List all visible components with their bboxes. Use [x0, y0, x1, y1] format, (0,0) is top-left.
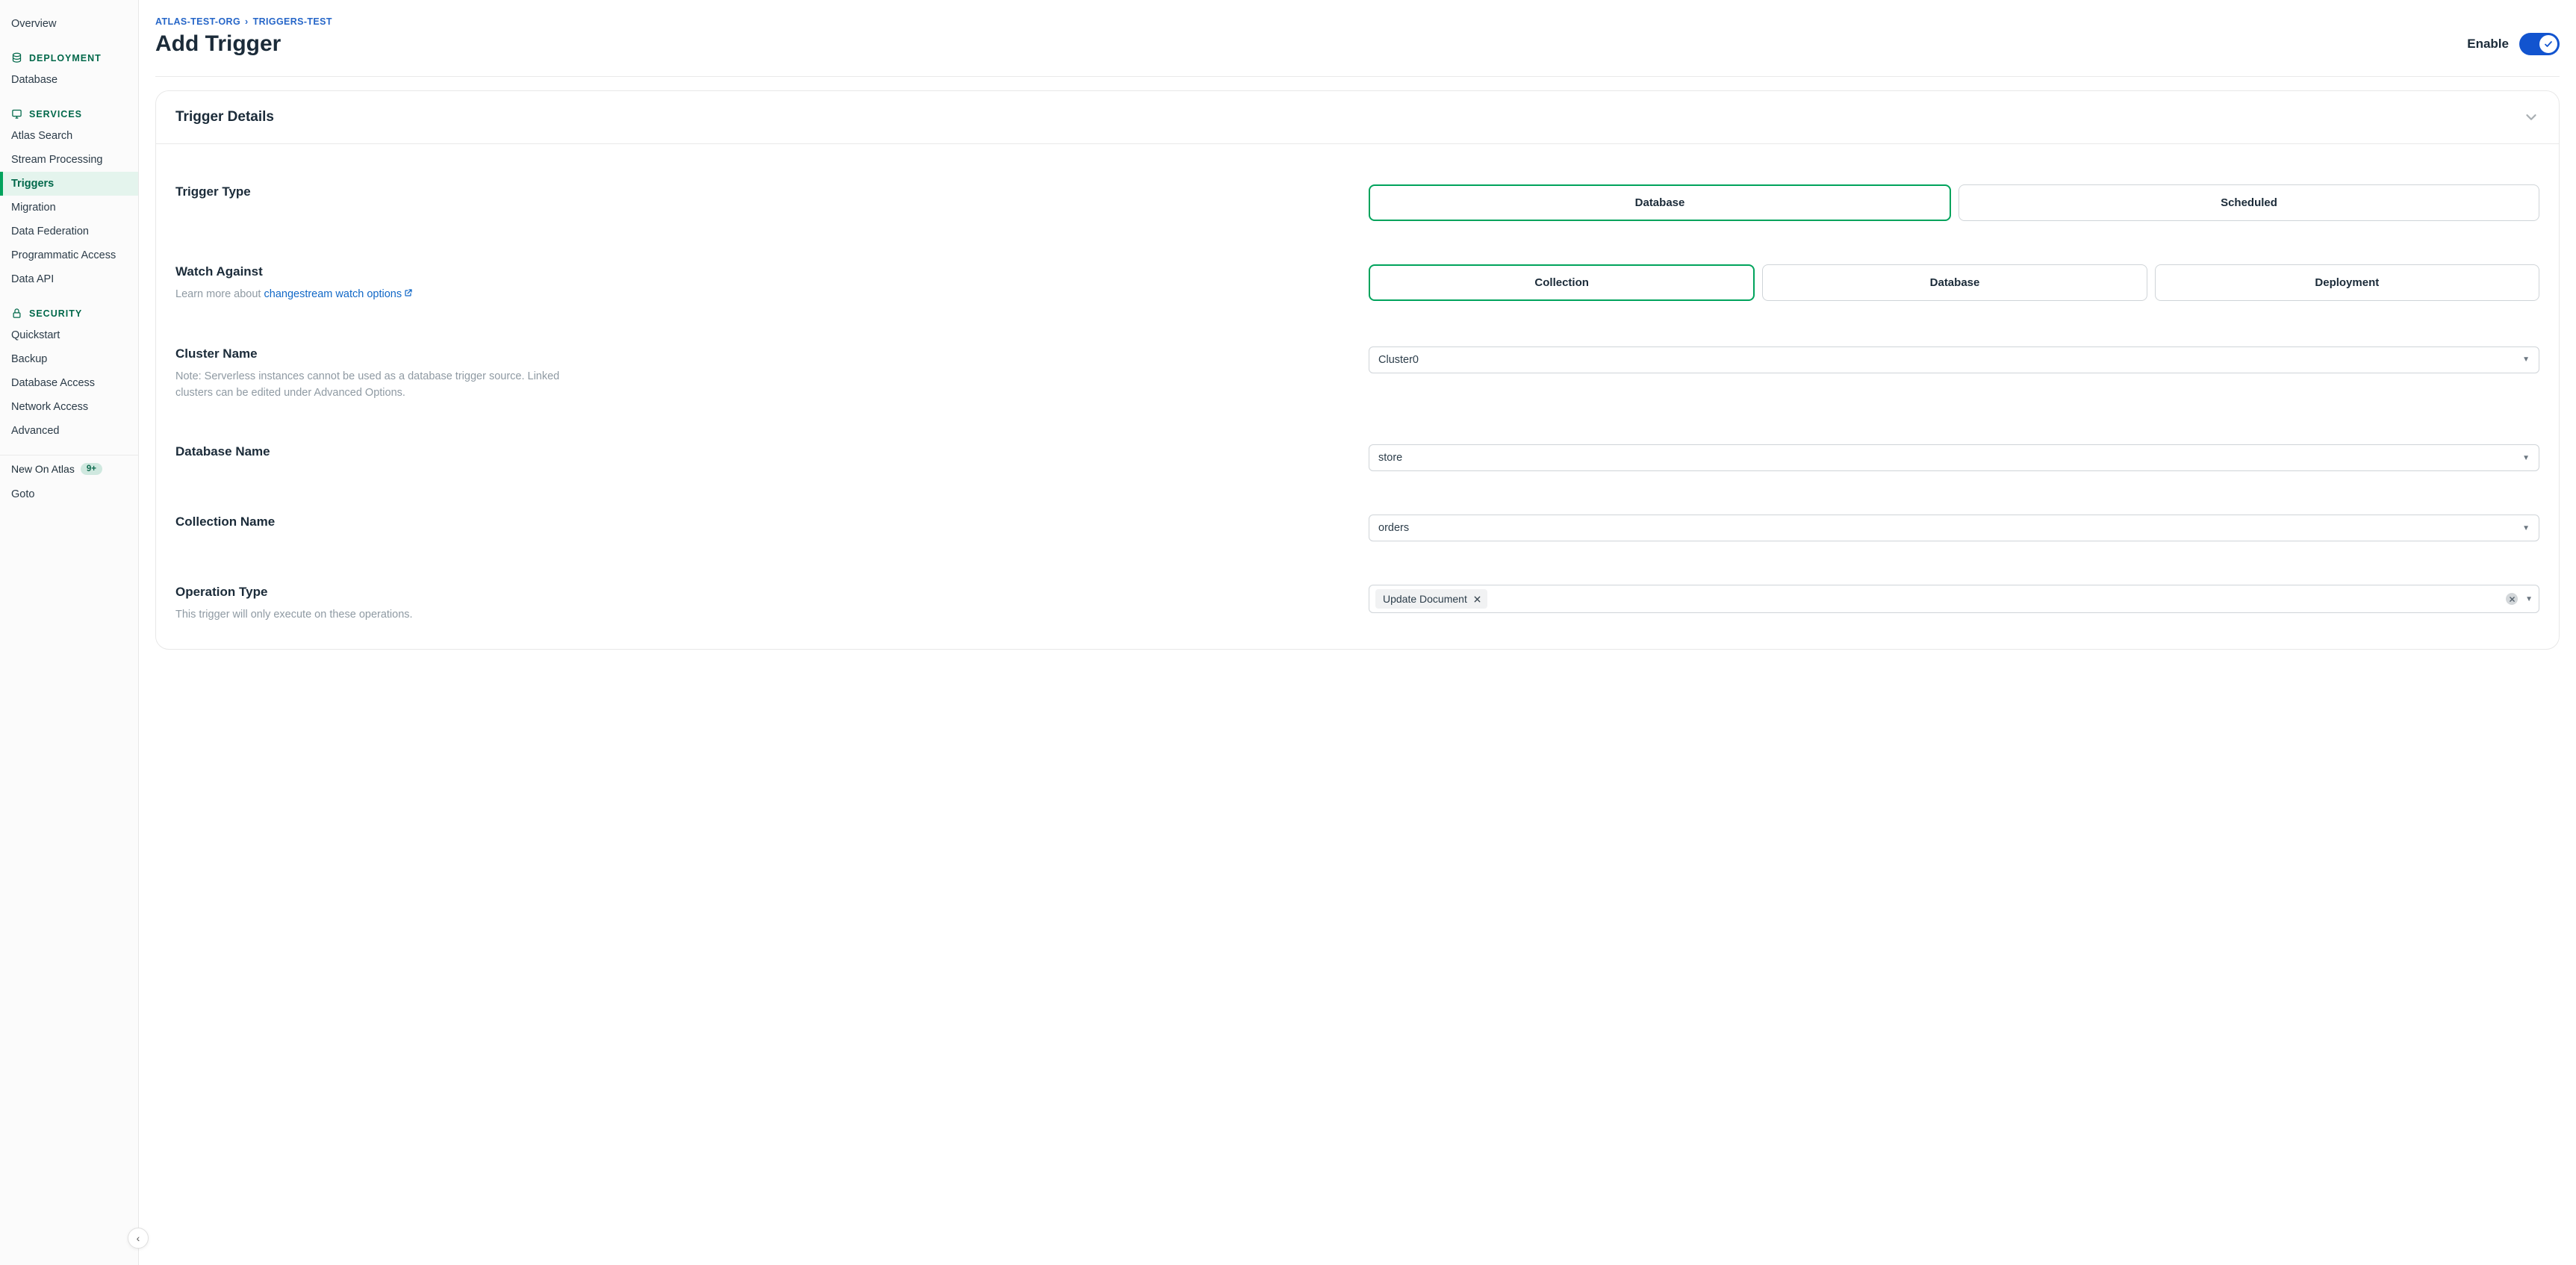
sidebar-item-data-api[interactable]: Data API — [0, 267, 138, 291]
caret-down-icon: ▼ — [2522, 355, 2530, 364]
sidebar-item-programmatic-access[interactable]: Programmatic Access — [0, 243, 138, 267]
cluster-name-value: Cluster0 — [1378, 354, 1419, 366]
chevron-left-icon: ‹ — [137, 1232, 140, 1244]
breadcrumb-org-link[interactable]: ATLAS-TEST-ORG — [155, 16, 240, 27]
caret-down-icon: ▼ — [2522, 454, 2530, 462]
enable-label: Enable — [2467, 37, 2509, 52]
sidebar-section-label: SERVICES — [29, 109, 82, 119]
watch-against-option-deployment[interactable]: Deployment — [2155, 264, 2539, 301]
helper-text-prefix: Learn more about — [175, 288, 264, 300]
database-name-select[interactable]: store ▼ — [1369, 444, 2539, 471]
page-title: Add Trigger — [155, 31, 281, 57]
collapse-sidebar-button[interactable]: ‹ — [128, 1228, 149, 1249]
trigger-type-options: Database Scheduled — [1369, 184, 2539, 221]
field-label-collection-name: Collection Name — [175, 515, 1346, 529]
toggle-knob — [2539, 35, 2557, 53]
new-on-atlas-badge: 9+ — [81, 463, 102, 475]
lock-icon — [11, 308, 22, 319]
sidebar-item-overview[interactable]: Overview — [0, 12, 138, 36]
sidebar-section-label: DEPLOYMENT — [29, 53, 102, 63]
main-content: ATLAS-TEST-ORG › TRIGGERS-TEST Add Trigg… — [139, 0, 2576, 1265]
page-header: Add Trigger Enable — [155, 31, 2560, 77]
enable-trigger-wrap: Enable — [2467, 33, 2560, 55]
enable-toggle[interactable] — [2519, 33, 2560, 55]
sidebar-item-new-on-atlas[interactable]: New On Atlas 9+ — [0, 456, 138, 482]
watch-against-options: Collection Database Deployment — [1369, 264, 2539, 301]
sidebar-item-triggers[interactable]: Triggers — [0, 172, 138, 196]
caret-down-icon: ▼ — [2525, 595, 2533, 603]
fields-container: Trigger Type Database Scheduled Watch Ag… — [156, 144, 2559, 649]
sidebar-section-label: SECURITY — [29, 308, 82, 319]
sidebar-item-network-access[interactable]: Network Access — [0, 395, 138, 419]
sidebar-item-atlas-search[interactable]: Atlas Search — [0, 124, 138, 148]
field-label-database-name: Database Name — [175, 444, 1346, 459]
watch-against-option-collection[interactable]: Collection — [1369, 264, 1755, 301]
operation-type-select[interactable]: Update Document ▼ — [1369, 585, 2539, 613]
clear-all-chips-button[interactable] — [2506, 593, 2518, 605]
trigger-type-option-scheduled[interactable]: Scheduled — [1959, 184, 2539, 221]
chevron-down-icon — [2523, 109, 2539, 125]
sidebar-item-data-federation[interactable]: Data Federation — [0, 220, 138, 243]
operation-type-helper: This trigger will only execute on these … — [175, 607, 594, 624]
sidebar-section-security: SECURITY — [0, 302, 138, 323]
collapse-card-button[interactable] — [2523, 109, 2539, 125]
field-label-cluster-name: Cluster Name — [175, 346, 1346, 361]
sidebar-item-migration[interactable]: Migration — [0, 196, 138, 220]
breadcrumb-project-link[interactable]: TRIGGERS-TEST — [253, 16, 332, 27]
new-on-atlas-label: New On Atlas — [11, 463, 75, 475]
cluster-name-note: Note: Serverless instances cannot be use… — [175, 369, 594, 402]
sidebar-item-advanced[interactable]: Advanced — [0, 419, 138, 443]
chip-label: Update Document — [1383, 593, 1467, 605]
watch-against-helper: Learn more about changestream watch opti… — [175, 287, 594, 303]
field-trigger-type: Trigger Type Database Scheduled — [175, 167, 2539, 239]
remove-chip-button[interactable] — [1473, 595, 1481, 603]
trigger-details-card: Trigger Details Trigger Type Database Sc… — [155, 90, 2560, 650]
field-collection-name: Collection Name orders ▼ — [175, 489, 2539, 559]
trigger-type-option-database[interactable]: Database — [1369, 184, 1951, 221]
field-label-trigger-type: Trigger Type — [175, 184, 1346, 199]
watch-against-option-database[interactable]: Database — [1762, 264, 2147, 301]
database-name-value: store — [1378, 452, 1402, 464]
external-link-icon — [404, 288, 413, 297]
card-header: Trigger Details — [156, 91, 2559, 144]
field-watch-against: Watch Against Learn more about changestr… — [175, 239, 2539, 321]
sidebar-item-quickstart[interactable]: Quickstart — [0, 323, 138, 347]
collection-name-select[interactable]: orders ▼ — [1369, 515, 2539, 541]
collection-name-value: orders — [1378, 522, 1409, 534]
sidebar-item-stream-processing[interactable]: Stream Processing — [0, 148, 138, 172]
field-label-operation-type: Operation Type — [175, 585, 1346, 600]
field-label-watch-against: Watch Against — [175, 264, 1346, 279]
breadcrumb-separator: › — [245, 16, 249, 27]
monitor-icon — [11, 108, 22, 119]
operation-type-controls: ▼ — [2506, 593, 2533, 605]
operation-type-chip: Update Document — [1375, 589, 1487, 609]
changestream-watch-options-link[interactable]: changestream watch options — [264, 288, 414, 300]
caret-down-icon: ▼ — [2522, 524, 2530, 532]
breadcrumb: ATLAS-TEST-ORG › TRIGGERS-TEST — [155, 16, 2560, 27]
field-operation-type: Operation Type This trigger will only ex… — [175, 559, 2539, 627]
field-cluster-name: Cluster Name Note: Serverless instances … — [175, 321, 2539, 420]
check-icon — [2544, 40, 2553, 49]
field-database-name: Database Name store ▼ — [175, 419, 2539, 489]
card-title: Trigger Details — [175, 109, 274, 125]
sidebar-item-database[interactable]: Database — [0, 68, 138, 92]
sidebar-item-database-access[interactable]: Database Access — [0, 371, 138, 395]
database-stack-icon — [11, 52, 22, 63]
sidebar-item-goto[interactable]: Goto — [0, 482, 138, 506]
sidebar-section-deployment: DEPLOYMENT — [0, 46, 138, 68]
sidebar: Overview DEPLOYMENT Database SERVICES At… — [0, 0, 139, 1265]
cluster-name-select[interactable]: Cluster0 ▼ — [1369, 346, 2539, 373]
sidebar-item-backup[interactable]: Backup — [0, 347, 138, 371]
sidebar-section-services: SERVICES — [0, 102, 138, 124]
